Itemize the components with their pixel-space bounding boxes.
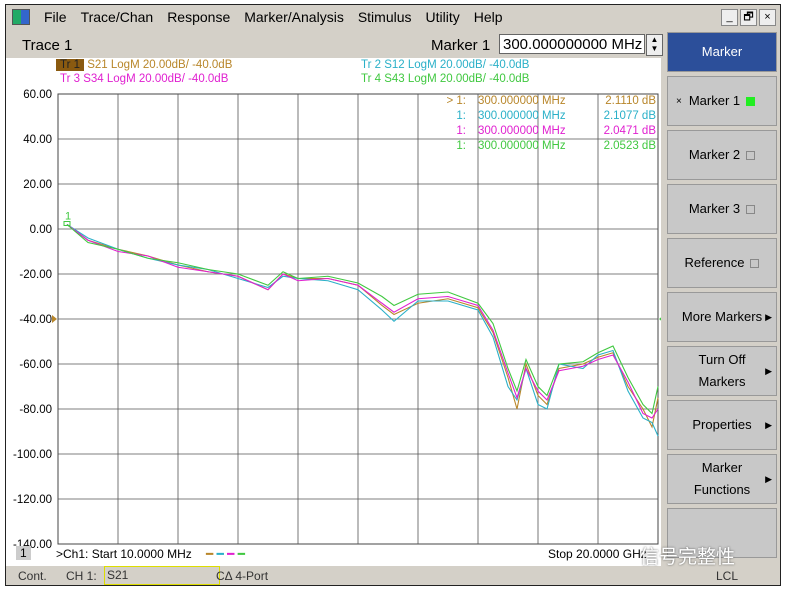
y-tick-label: 20.00 <box>23 179 52 191</box>
plot-area: 60.00 40.00 20.00 0.00 -20.00 -40.00 -60.00 -80… <box>6 58 661 566</box>
marker-state-indicator-icon <box>746 150 756 160</box>
marker-state-indicator-icon <box>746 204 756 214</box>
trace-3-line <box>66 224 659 419</box>
menu-response[interactable]: Response <box>167 9 230 25</box>
trace-title: Trace 1 <box>22 37 73 54</box>
softkey-marker-2[interactable]: Marker 2 <box>667 130 777 180</box>
status-channel: CH 1: <box>66 569 97 583</box>
marker-label: Marker 1 <box>431 37 491 54</box>
y-tick-label: -20.00 <box>19 269 52 281</box>
submenu-arrow-icon: ▶ <box>765 365 772 376</box>
softkey-label: Marker 3 <box>688 201 741 216</box>
softkey-turn-off-markers[interactable]: Turn Off Markers ▶ <box>667 346 777 396</box>
trace-legend-lines: ━ ━ ━ ━ <box>206 547 245 561</box>
start-frequency[interactable]: >Ch1: Start 10.0000 MHz <box>56 547 192 561</box>
softkey-panel: Marker × Marker 1 Marker 2 Marker 3 Reference… <box>667 32 777 562</box>
menu-stimulus[interactable]: Stimulus <box>358 9 412 25</box>
close-button[interactable]: × <box>759 9 776 26</box>
y-tick-label: -60.00 <box>19 359 52 371</box>
softkey-marker-functions[interactable]: Marker Functions ▶ <box>667 454 777 504</box>
marker-state-indicator-icon <box>746 96 756 106</box>
marker-frequency: 300.000000 MHz <box>478 125 566 137</box>
stop-frequency[interactable]: Stop 20.0000 GHz <box>548 547 648 561</box>
trace-1-line <box>66 224 659 429</box>
trace-1-id[interactable]: Tr 1 <box>56 59 85 71</box>
softkey-label: Properties <box>692 417 752 432</box>
marker-frequency: 300.000000 MHz <box>478 95 566 107</box>
softkey-marker-3[interactable]: Marker 3 <box>667 184 777 234</box>
trace-1-label: S21 LogM 20.00dB/ -40.0dB <box>87 59 233 71</box>
marker-value: 2.1110 dB <box>605 95 656 107</box>
softkey-label: More Markers <box>681 309 763 324</box>
lcl-indicator: LCL <box>716 569 739 583</box>
submenu-arrow-icon: ▶ <box>765 419 772 430</box>
submenu-arrow-icon: ▶ <box>765 311 772 322</box>
marker-value: 2.0523 dB <box>603 140 656 152</box>
menu-file[interactable]: File <box>44 9 67 25</box>
channel-number: 1 <box>16 546 31 560</box>
watermark: 信号完整性 <box>640 547 736 568</box>
trace-2-label: S12 LogM 20.00dB/ -40.0dB <box>384 59 530 71</box>
marker-spinner[interactable]: ▲ ▼ <box>646 34 663 56</box>
trace-2-id[interactable]: Tr 2 <box>361 59 381 71</box>
app-icon <box>12 9 30 25</box>
trace-3-label: S34 LogM 20.00dB/ -40.0dB <box>83 73 229 85</box>
marker-state-indicator-icon <box>750 258 760 268</box>
softkey-properties[interactable]: Properties ▶ <box>667 400 777 450</box>
menu-utility[interactable]: Utility <box>426 9 460 25</box>
softkey-label: Reference <box>684 255 745 270</box>
softkey-marker: Marker <box>667 32 777 72</box>
calibration-status: CΔ 4-Port <box>216 569 269 583</box>
menu-help[interactable]: Help <box>474 9 503 25</box>
trace-3-id[interactable]: Tr 3 <box>60 73 80 85</box>
trace-4-label: S43 LogM 20.00dB/ -40.0dB <box>384 73 530 85</box>
trace-4-id[interactable]: Tr 4 <box>361 73 381 85</box>
y-tick-label: -120.00 <box>13 494 52 506</box>
marker-value: 2.0471 dB <box>603 125 656 137</box>
minimize-button[interactable]: _ <box>721 9 738 26</box>
softkey-label: Marker 1 <box>688 93 741 108</box>
menu-marker-analysis[interactable]: Marker/Analysis <box>244 9 344 25</box>
submenu-arrow-icon: ▶ <box>765 473 772 484</box>
y-tick-label: 0.00 <box>30 224 52 236</box>
trace-2-line <box>66 224 659 437</box>
reference-level-left-arrow[interactable] <box>52 315 57 323</box>
menu-bar: File Trace/Chan Response Marker/Analysis… <box>6 5 780 29</box>
reference-level-right-arrow[interactable] <box>659 315 661 323</box>
marker-number: 1: <box>456 140 466 152</box>
sweep-mode: Cont. <box>18 569 47 583</box>
softkey-label: Turn Off Markers <box>698 352 746 389</box>
y-tick-label: 40.00 <box>23 134 52 146</box>
status-parameter: S21 <box>104 566 220 585</box>
marker-frequency-input[interactable]: 300.000000000 MHz <box>499 34 645 54</box>
marker-number: 1: <box>456 110 466 122</box>
marker-number: > 1: <box>446 95 466 107</box>
y-tick-label: -100.00 <box>13 449 52 461</box>
marker-frequency: 300.000000 MHz <box>478 140 566 152</box>
y-tick-label: 60.00 <box>23 89 52 101</box>
softkey-label: Marker <box>701 44 743 59</box>
marker-number: 1: <box>456 125 466 137</box>
marker-value: 2.1077 dB <box>603 110 656 122</box>
marker-frequency: 300.000000 MHz <box>478 110 566 122</box>
trace-toolbar: Trace 1 Marker 1 300.000000000 MHz ▲ ▼ <box>6 32 666 58</box>
y-tick-label: -40.00 <box>19 314 52 326</box>
menu-trace-chan[interactable]: Trace/Chan <box>81 9 154 25</box>
analyzer-window: File Trace/Chan Response Marker/Analysis… <box>5 4 781 586</box>
softkey-label: Marker Functions <box>693 460 751 497</box>
restore-button[interactable]: 🗗 <box>740 9 757 26</box>
softkey-more-markers[interactable]: More Markers ▶ <box>667 292 777 342</box>
softkey-marker-1[interactable]: × Marker 1 <box>667 76 777 126</box>
active-marker-star-icon: × <box>676 95 682 107</box>
y-tick-label: -80.00 <box>19 404 52 416</box>
softkey-label: Marker 2 <box>688 147 741 162</box>
softkey-reference[interactable]: Reference <box>667 238 777 288</box>
marker-1-tag[interactable]: 1 <box>65 211 71 223</box>
